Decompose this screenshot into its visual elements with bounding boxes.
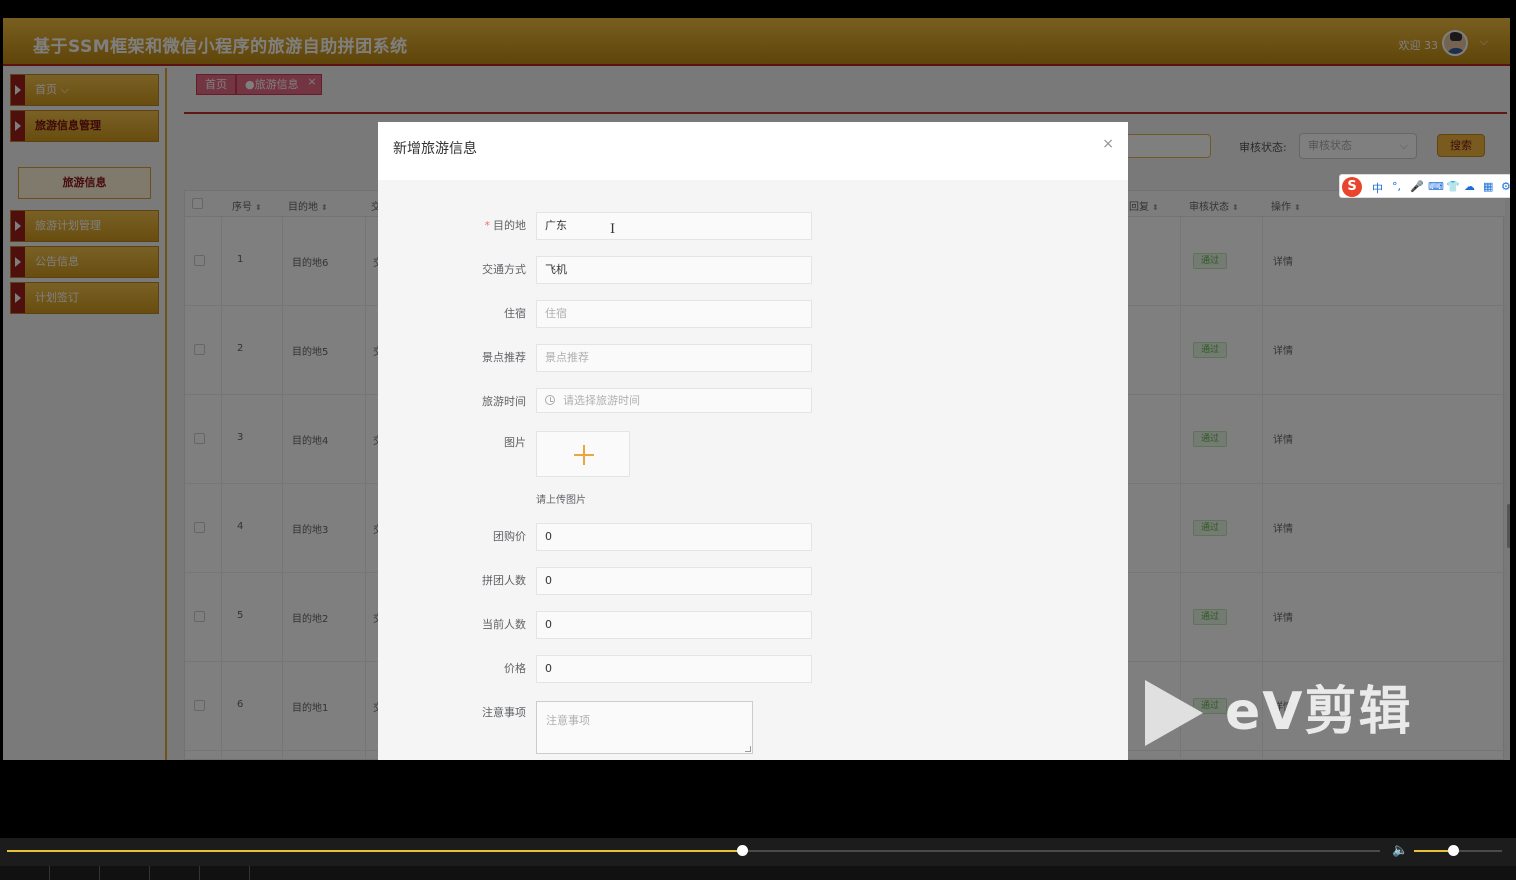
sogou-logo-icon[interactable]: S [1342,177,1362,197]
notes-label: 注意事项 [482,706,526,719]
lodging-field[interactable]: 住宿 [536,300,812,328]
price-field[interactable]: 0 [536,655,812,683]
upload-tip: 请上传图片 [536,495,586,506]
grid-icon[interactable]: ▦ [1483,180,1493,193]
add-travel-info-dialog: 新增旅游信息 × * 目的地 广东 I 交通方式 飞机 住宿 住宿 景点推荐 景点… [378,122,1128,760]
date-placeholder: 请选择旅游时间 [563,394,640,407]
dialog-title: 新增旅游信息 [393,141,477,157]
destination-field[interactable]: 广东 [536,212,812,240]
price-label: 价格 [504,662,526,675]
ime-mode-toggle[interactable]: 中 [1372,180,1383,196]
cloud-icon[interactable]: ☁ [1464,180,1475,193]
dialog-form: * 目的地 广东 I 交通方式 飞机 住宿 住宿 景点推荐 景点推荐 旅游时间 请… [378,180,1128,760]
attractions-label: 景点推荐 [482,351,526,364]
transport-label: 交通方式 [482,263,526,276]
current-count-label: 当前人数 [482,618,526,631]
volume-handle[interactable] [1447,845,1459,856]
group-price-field[interactable]: 0 [536,523,812,551]
skin-icon[interactable]: 👕 [1446,180,1460,193]
settings-icon[interactable]: ⚙ [1501,180,1510,193]
microphone-icon[interactable]: 🎤 [1410,180,1424,193]
progress-handle[interactable] [736,845,748,856]
clock-icon [545,395,555,405]
notes-textarea[interactable]: 注意事项 [536,701,753,754]
punctuation-icon[interactable]: °, [1392,180,1401,193]
control-button[interactable] [100,866,150,880]
play-logo-icon [1145,680,1203,746]
resize-handle-icon[interactable] [745,746,751,752]
video-player-controls: 🔈 [0,838,1516,880]
playback-progress-bar[interactable] [7,845,1380,856]
notes-placeholder: 注意事项 [546,714,590,727]
image-upload-button[interactable] [536,431,630,477]
ime-toolbar[interactable]: S 中 °, 🎤 ⌨ 👕 ☁ ▦ ⚙ [1339,174,1510,198]
keyboard-icon[interactable]: ⌨ [1428,180,1444,193]
current-count-field[interactable]: 0 [536,611,812,639]
volume-slider[interactable] [1414,845,1502,856]
control-button[interactable] [150,866,200,880]
ev-watermark: eV剪辑 [1145,680,1445,746]
close-icon[interactable]: × [1102,136,1114,152]
transport-field[interactable]: 飞机 [536,256,812,284]
control-strip [0,866,1516,880]
control-button[interactable] [0,866,50,880]
plus-icon [574,445,594,465]
attractions-field[interactable]: 景点推荐 [536,344,812,372]
group-price-label: 团购价 [493,530,526,543]
image-label: 图片 [504,436,526,449]
volume-icon[interactable]: 🔈 [1392,843,1408,858]
lodging-label: 住宿 [504,307,526,320]
travel-time-picker[interactable]: 请选择旅游时间 [536,388,812,413]
app-window: 基于SSM框架和微信小程序的旅游自助拼团系统 欢迎 33 ⌵ 首页 ⌵ 旅游信息… [3,18,1510,760]
group-size-label: 拼团人数 [482,574,526,587]
page-scrollbar[interactable] [1507,504,1510,548]
volume-fill [1414,850,1453,852]
progress-fill [7,850,742,852]
watermark-text: eV剪辑 [1225,682,1413,742]
text-cursor-icon: I [610,222,616,237]
screen-recording: 基于SSM框架和微信小程序的旅游自助拼团系统 欢迎 33 ⌵ 首页 ⌵ 旅游信息… [0,0,1516,880]
required-mark: * [484,219,491,232]
travel-time-label: 旅游时间 [482,395,526,408]
control-button[interactable] [200,866,250,880]
group-size-field[interactable]: 0 [536,567,812,595]
destination-label: * 目的地 [484,219,527,232]
control-button[interactable] [50,866,100,880]
